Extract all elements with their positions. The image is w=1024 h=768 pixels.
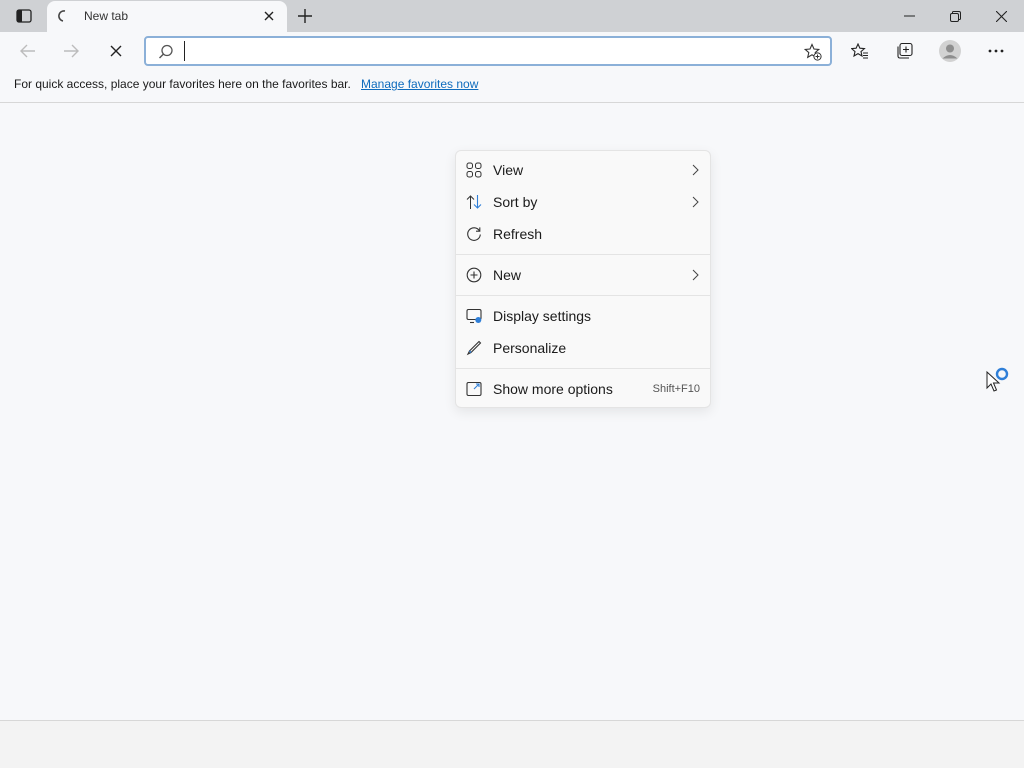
minimize-icon — [903, 15, 915, 17]
arrow-left-icon — [20, 44, 35, 58]
menu-separator — [456, 295, 710, 296]
search-icon — [159, 44, 173, 59]
menu-item-label: New — [493, 267, 522, 283]
restore-button[interactable] — [932, 0, 978, 32]
menu-item-refresh[interactable]: Refresh — [458, 219, 710, 249]
menu-item-label: View — [493, 162, 524, 178]
menu-item-label: Display settings — [493, 308, 592, 324]
menu-item-view[interactable]: View — [458, 155, 710, 185]
plus-icon — [298, 9, 312, 23]
restore-icon — [949, 10, 961, 22]
tab-close-button[interactable] — [261, 8, 277, 24]
menu-item-label: Show more options — [493, 381, 613, 397]
pen-icon — [466, 340, 482, 356]
menu-item-personalize[interactable]: Personalize — [458, 333, 710, 363]
view-grid-icon — [466, 162, 482, 178]
more-options-icon — [466, 381, 482, 397]
menu-item-label: Personalize — [493, 340, 567, 356]
new-plus-icon — [466, 267, 482, 283]
chevron-right-icon — [692, 164, 699, 176]
ellipsis-icon — [988, 49, 1004, 53]
new-tab-button[interactable] — [294, 5, 316, 27]
more-options-button[interactable] — [981, 36, 1011, 66]
add-favorite-icon[interactable] — [804, 43, 822, 61]
browser-toolbar — [0, 32, 1024, 70]
sort-icon — [466, 195, 482, 209]
window-close-icon — [995, 10, 1007, 22]
tab-title: New tab — [84, 9, 129, 23]
tab-actions-button[interactable] — [10, 6, 38, 26]
minimize-button[interactable] — [886, 0, 932, 32]
favorites-icon — [851, 43, 868, 59]
forward-button[interactable] — [56, 36, 86, 66]
menu-item-display-settings[interactable]: Display settings — [458, 301, 710, 331]
back-button[interactable] — [13, 36, 43, 66]
menu-item-label: Sort by — [493, 194, 538, 210]
chevron-right-icon — [692, 269, 699, 281]
manage-favorites-link[interactable]: Manage favorites now — [361, 77, 478, 91]
tab-actions-icon — [16, 9, 32, 23]
address-input[interactable] — [184, 41, 784, 61]
collections-button[interactable] — [890, 36, 920, 66]
profile-button[interactable] — [935, 36, 965, 66]
stop-loading-button[interactable] — [101, 36, 131, 66]
favorites-button[interactable] — [845, 36, 875, 66]
window-close-button[interactable] — [978, 0, 1024, 32]
menu-item-shortcut: Shift+F10 — [652, 383, 700, 395]
menu-separator — [456, 254, 710, 255]
busy-cursor-icon — [986, 367, 1009, 392]
close-icon — [264, 11, 274, 21]
refresh-icon — [467, 227, 481, 241]
menu-item-label: Refresh — [493, 226, 543, 242]
context-menu: View Sort by Refresh New Display setting… — [455, 150, 711, 408]
display-icon — [466, 308, 482, 324]
arrow-right-icon — [64, 44, 79, 58]
tab-strip: New tab — [0, 0, 1024, 32]
taskbar-area — [0, 720, 1024, 768]
collections-icon — [897, 42, 913, 59]
menu-separator — [456, 368, 710, 369]
favorites-bar: For quick access, place your favorites h… — [0, 70, 1024, 103]
menu-item-show-more-options[interactable]: Show more options Shift+F10 — [458, 374, 710, 404]
chevron-right-icon — [692, 196, 699, 208]
avatar-icon — [939, 40, 961, 62]
loading-spinner-icon — [58, 10, 66, 22]
tab-new-tab[interactable]: New tab — [47, 1, 287, 32]
address-bar[interactable] — [144, 36, 832, 66]
menu-item-sort-by[interactable]: Sort by — [458, 187, 710, 217]
favorites-bar-message: For quick access, place your favorites h… — [14, 77, 351, 91]
stop-icon — [110, 45, 122, 57]
menu-item-new[interactable]: New — [458, 260, 710, 290]
